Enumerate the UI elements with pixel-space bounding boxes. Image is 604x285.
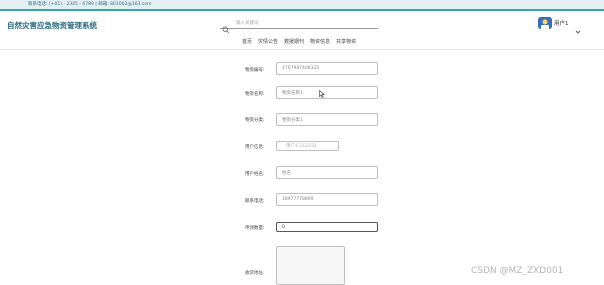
supply-number-field[interactable]: 1707987406335 xyxy=(276,62,378,75)
mouse-cursor-icon xyxy=(319,83,326,98)
label-supply-category: 物资分类: xyxy=(245,118,265,123)
chevron-down-icon[interactable] xyxy=(575,20,581,34)
site-title: 自然灾害应急物资管理系统 xyxy=(7,21,97,30)
request-quantity-field[interactable]: 0 xyxy=(276,222,378,232)
main-nav: 首页 灾情公告 救援期刊 物资信息 共享物资 xyxy=(242,38,362,45)
header: 自然灾害应急物资管理系统 用户1 首页 灾情公告 救援期刊 物 xyxy=(0,13,604,50)
username: 用户1 xyxy=(554,21,569,27)
search-input[interactable] xyxy=(230,18,370,28)
search-icon[interactable] xyxy=(222,19,230,34)
search-bar xyxy=(220,18,378,34)
nav-home[interactable]: 首页 xyxy=(242,38,252,45)
user-menu[interactable]: 用户1 xyxy=(538,16,581,34)
avatar xyxy=(538,17,552,29)
watermark: CSDN @MZ_ZXD001 xyxy=(471,266,564,276)
label-user-info: 用户信息: xyxy=(245,145,265,150)
top-contact-bar: 联系电话: (+01) - 2345 - 6789 | 邮箱: 801002@1… xyxy=(0,0,604,11)
label-user-name: 用户姓名: xyxy=(245,172,265,177)
label-supply-number: 物资编号: xyxy=(245,68,265,73)
nav-disaster-notice[interactable]: 灾情公告 xyxy=(258,38,278,45)
label-phone: 联系电话: xyxy=(245,199,265,204)
supply-name-field[interactable]: 物资名称1 xyxy=(276,86,378,99)
label-supply-name: 物资名称: xyxy=(245,92,265,97)
user-name-field[interactable]: 姓名 xyxy=(276,166,378,179)
phone-field[interactable]: 18977778899 xyxy=(276,193,378,206)
nav-supplies-info[interactable]: 物资信息 xyxy=(310,38,330,45)
nav-shared-supplies[interactable]: 共享物资 xyxy=(336,38,356,45)
contact-info: 联系电话: (+01) - 2345 - 6789 | 邮箱: 801002@1… xyxy=(28,2,152,7)
user-info-select[interactable]: 用户1-112233 xyxy=(276,141,339,151)
label-request-quantity: 申领数量: xyxy=(245,226,265,231)
shipping-address-textarea[interactable] xyxy=(276,246,345,285)
nav-rescue-journal[interactable]: 救援期刊 xyxy=(284,38,304,45)
label-shipping-address: 收货地址: xyxy=(245,271,265,276)
supply-category-field[interactable]: 物资分类1 xyxy=(276,113,378,126)
